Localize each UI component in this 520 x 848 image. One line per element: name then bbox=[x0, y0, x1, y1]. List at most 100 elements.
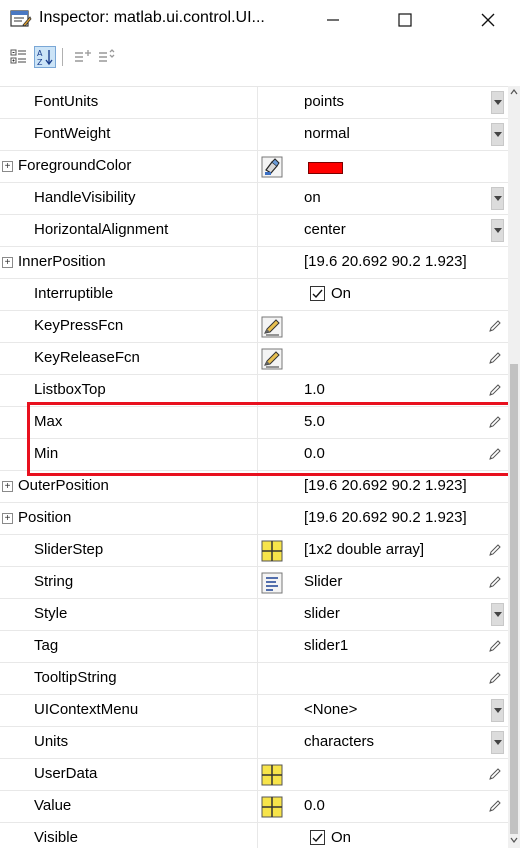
edit-pencil-icon[interactable] bbox=[487, 670, 503, 686]
property-checkbox[interactable]: On bbox=[310, 285, 351, 302]
edit-pencil-icon[interactable] bbox=[487, 798, 503, 814]
expand-icon[interactable]: + bbox=[2, 513, 13, 524]
property-row-style[interactable]: Style slider bbox=[0, 599, 508, 631]
edit-pencil-icon[interactable] bbox=[487, 414, 503, 430]
property-row-handlevisibility[interactable]: HandleVisibility on bbox=[0, 183, 508, 215]
property-name-cell: Max bbox=[0, 407, 258, 438]
property-row-uicontextmenu[interactable]: UIContextMenu <None> bbox=[0, 695, 508, 727]
property-row-sliderstep[interactable]: SliderStep [1x2 double array] bbox=[0, 535, 508, 567]
minimize-button[interactable] bbox=[310, 0, 356, 40]
property-name-cell: UserData bbox=[0, 759, 258, 790]
property-value[interactable]: normal bbox=[304, 125, 350, 142]
property-row-visible[interactable]: Visible On bbox=[0, 823, 508, 848]
expand-icon[interactable]: + bbox=[2, 481, 13, 492]
property-value[interactable]: Slider bbox=[304, 573, 342, 590]
property-grid: FontUnits points FontWeight normal + Foregrou… bbox=[0, 86, 508, 848]
dropdown-arrow-icon[interactable] bbox=[491, 603, 504, 626]
property-value[interactable]: slider1 bbox=[304, 637, 348, 654]
edit-pencil-icon[interactable] bbox=[487, 542, 503, 558]
property-row-horizontalalignment[interactable]: HorizontalAlignment center bbox=[0, 215, 508, 247]
property-value[interactable]: [19.6 20.692 90.2 1.923] bbox=[304, 477, 467, 494]
edit-pencil-icon[interactable] bbox=[487, 382, 503, 398]
checkbox-icon[interactable] bbox=[310, 830, 325, 845]
edit-pencil-icon[interactable] bbox=[487, 638, 503, 654]
property-row-tooltipstring[interactable]: TooltipString bbox=[0, 663, 508, 695]
property-row-units[interactable]: Units characters bbox=[0, 727, 508, 759]
dropdown-arrow-icon[interactable] bbox=[491, 219, 504, 242]
array-editor-icon[interactable] bbox=[261, 764, 283, 786]
property-row-fontweight[interactable]: FontWeight normal bbox=[0, 119, 508, 151]
expand-icon[interactable]: + bbox=[2, 161, 13, 172]
toolbar: A Z bbox=[0, 40, 520, 74]
array-editor-icon[interactable] bbox=[261, 540, 283, 562]
text-editor-icon[interactable] bbox=[261, 572, 283, 594]
array-editor-icon[interactable] bbox=[261, 796, 283, 818]
property-value[interactable]: 1.0 bbox=[304, 381, 325, 398]
edit-pencil-icon[interactable] bbox=[487, 446, 503, 462]
checkbox-icon[interactable] bbox=[310, 286, 325, 301]
property-name: Min bbox=[34, 445, 59, 462]
property-row-fontunits[interactable]: FontUnits points bbox=[0, 87, 508, 119]
close-button[interactable] bbox=[465, 0, 511, 40]
maximize-icon bbox=[398, 13, 412, 27]
color-picker-icon[interactable] bbox=[261, 156, 283, 178]
edit-pencil-icon[interactable] bbox=[487, 318, 503, 334]
color-swatch[interactable] bbox=[308, 162, 343, 174]
sort-alphabetical-button[interactable]: A Z bbox=[34, 46, 56, 68]
property-name: Style bbox=[34, 605, 68, 622]
callback-editor-icon[interactable] bbox=[261, 348, 283, 370]
property-value[interactable]: [19.6 20.692 90.2 1.923] bbox=[304, 509, 467, 526]
property-value[interactable]: [19.6 20.692 90.2 1.923] bbox=[304, 253, 467, 270]
property-row-value[interactable]: Value 0.0 bbox=[0, 791, 508, 823]
property-row-keypressfcn[interactable]: KeyPressFcn bbox=[0, 311, 508, 343]
maximize-button[interactable] bbox=[382, 0, 428, 40]
expand-all-button[interactable] bbox=[72, 46, 94, 68]
scroll-up-icon[interactable] bbox=[510, 88, 518, 96]
property-row-min[interactable]: Min 0.0 bbox=[0, 439, 508, 471]
callback-editor-icon[interactable] bbox=[261, 316, 283, 338]
property-row-foregroundcolor[interactable]: + ForegroundColor bbox=[0, 151, 508, 183]
property-name: ForegroundColor bbox=[18, 157, 132, 174]
property-row-listboxtop[interactable]: ListboxTop 1.0 bbox=[0, 375, 508, 407]
dropdown-arrow-icon[interactable] bbox=[491, 123, 504, 146]
expand-all-icon bbox=[75, 50, 91, 62]
edit-pencil-icon[interactable] bbox=[487, 350, 503, 366]
property-value[interactable]: 0.0 bbox=[304, 797, 325, 814]
property-name-cell: Tag bbox=[0, 631, 258, 662]
property-row-string[interactable]: String Slider bbox=[0, 567, 508, 599]
property-value[interactable]: center bbox=[304, 221, 346, 238]
property-value[interactable]: points bbox=[304, 93, 344, 110]
dropdown-arrow-icon[interactable] bbox=[491, 187, 504, 210]
property-value[interactable]: <None> bbox=[304, 701, 357, 718]
property-value[interactable]: [1x2 double array] bbox=[304, 541, 424, 558]
vertical-scrollbar[interactable] bbox=[508, 86, 520, 848]
property-name: KeyPressFcn bbox=[34, 317, 124, 334]
property-row-userdata[interactable]: UserData bbox=[0, 759, 508, 791]
dropdown-arrow-icon[interactable] bbox=[491, 91, 504, 114]
property-name: KeyReleaseFcn bbox=[34, 349, 140, 366]
property-row-keyreleasefcn[interactable]: KeyReleaseFcn bbox=[0, 343, 508, 375]
property-row-max[interactable]: Max 5.0 bbox=[0, 407, 508, 439]
property-name-cell: HorizontalAlignment bbox=[0, 215, 258, 246]
property-value[interactable]: 0.0 bbox=[304, 445, 325, 462]
property-value[interactable]: on bbox=[304, 189, 321, 206]
property-value[interactable]: characters bbox=[304, 733, 374, 750]
scroll-down-icon[interactable] bbox=[510, 836, 518, 844]
property-row-position[interactable]: + Position [19.6 20.692 90.2 1.923] bbox=[0, 503, 508, 535]
property-row-outerposition[interactable]: + OuterPosition [19.6 20.692 90.2 1.923] bbox=[0, 471, 508, 503]
property-row-tag[interactable]: Tag slider1 bbox=[0, 631, 508, 663]
property-row-interruptible[interactable]: Interruptible On bbox=[0, 279, 508, 311]
property-value[interactable]: slider bbox=[304, 605, 340, 622]
edit-pencil-icon[interactable] bbox=[487, 766, 503, 782]
scrollbar-thumb[interactable] bbox=[510, 364, 518, 834]
collapse-all-button[interactable] bbox=[96, 46, 118, 68]
categorized-view-button[interactable] bbox=[8, 46, 30, 68]
property-row-innerposition[interactable]: + InnerPosition [19.6 20.692 90.2 1.923] bbox=[0, 247, 508, 279]
property-value[interactable]: 5.0 bbox=[304, 413, 325, 430]
dropdown-arrow-icon[interactable] bbox=[491, 699, 504, 722]
edit-pencil-icon[interactable] bbox=[487, 574, 503, 590]
property-checkbox[interactable]: On bbox=[310, 829, 351, 846]
property-value: On bbox=[331, 285, 352, 302]
expand-icon[interactable]: + bbox=[2, 257, 13, 268]
dropdown-arrow-icon[interactable] bbox=[491, 731, 504, 754]
